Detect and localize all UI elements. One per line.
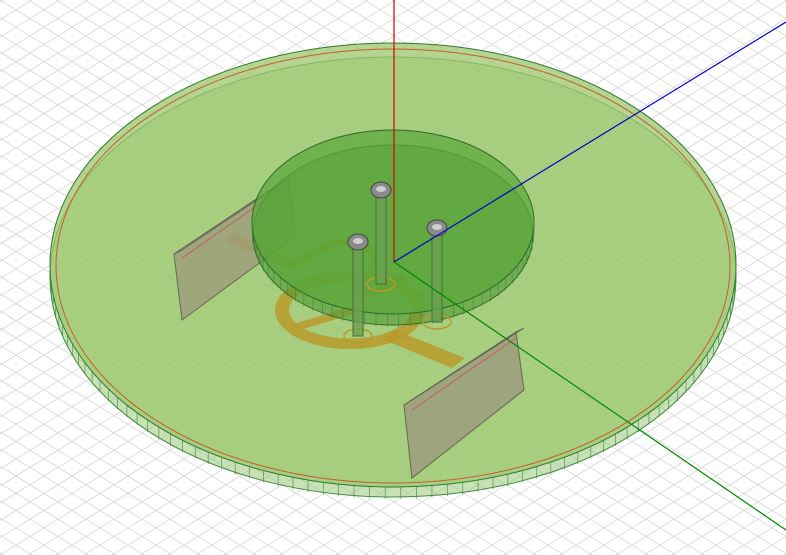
probe-head-highlight: [353, 238, 363, 244]
probe-shaft: [352, 247, 364, 337]
inner-disc-top-face: [251, 129, 535, 315]
probe-shaft: [375, 195, 387, 285]
antenna-model-scene[interactable]: [0, 0, 786, 555]
probe-head-highlight: [376, 186, 386, 192]
grid-line: [0, 0, 33, 21]
grid-line: [0, 534, 33, 555]
probe-shaft: [431, 233, 443, 323]
probe-head-highlight: [432, 224, 442, 230]
grid-line: [755, 0, 786, 19]
3d-modeler-viewport[interactable]: [0, 0, 786, 555]
inner-superstrate-disc[interactable]: [251, 129, 535, 327]
grid-line: [755, 536, 786, 555]
